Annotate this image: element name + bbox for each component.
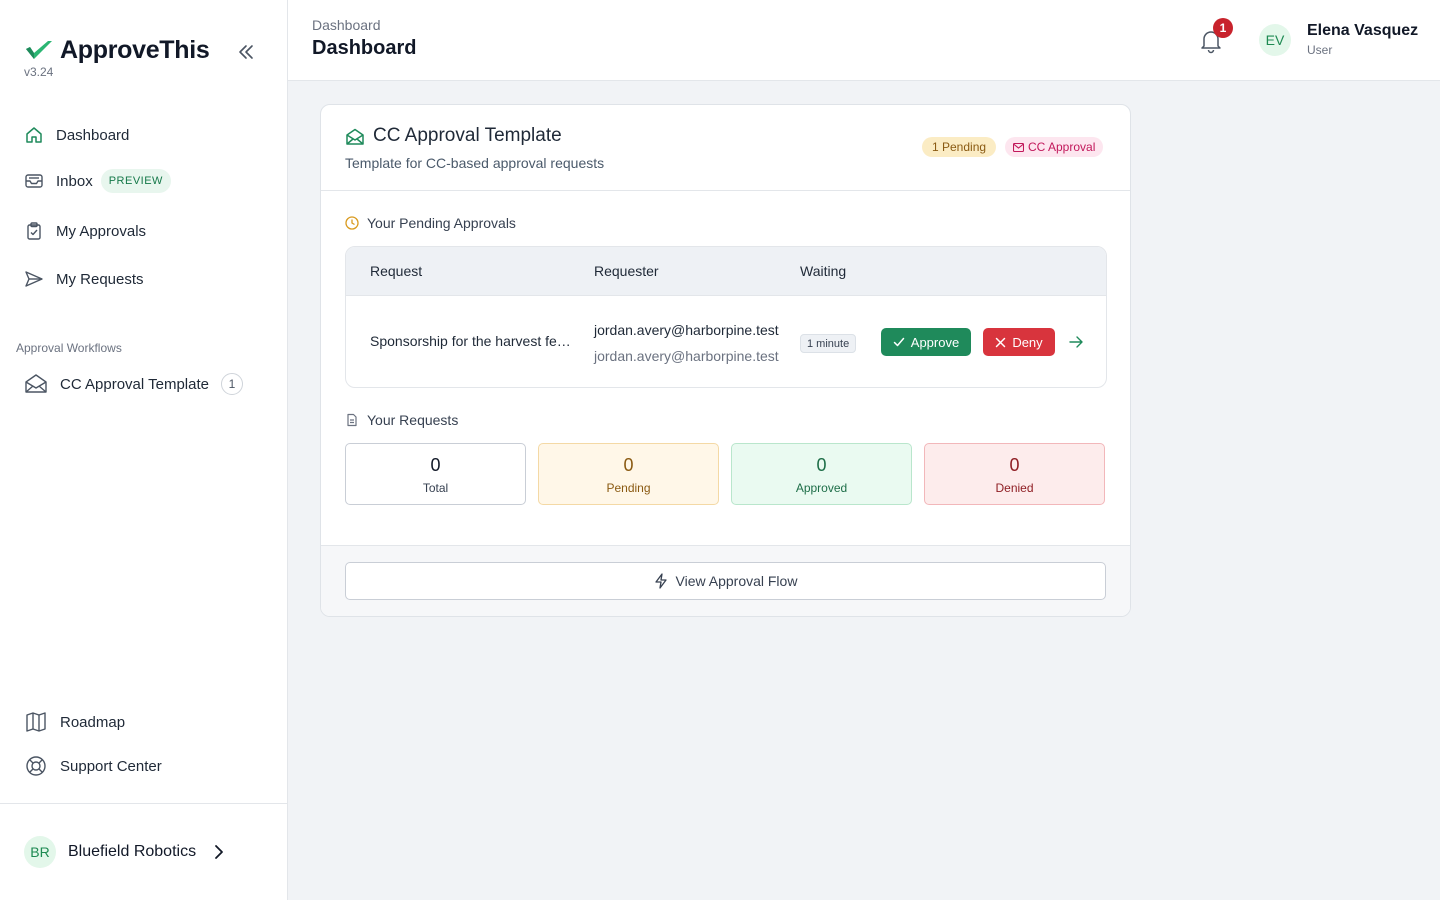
workflow-card-footer: View Approval Flow: [321, 545, 1130, 616]
clipboard-check-icon: [24, 221, 44, 241]
workflow-type-label: CC Approval: [1028, 140, 1096, 154]
stat-pending[interactable]: 0 Pending: [538, 443, 719, 505]
view-approval-flow-label: View Approval Flow: [675, 573, 798, 589]
user-avatar[interactable]: EV: [1259, 24, 1291, 56]
your-requests-heading: Your Requests: [345, 412, 458, 428]
organization-switcher[interactable]: BR Bluefield Robotics: [24, 836, 226, 868]
table-header: Request Requester Waiting: [346, 247, 1106, 296]
x-icon: [996, 337, 1006, 347]
workflow-subtitle: Template for CC-based approval requests: [345, 155, 605, 171]
deny-label: Deny: [1012, 334, 1043, 350]
sidebar-item-inbox[interactable]: Inbox PREVIEW: [24, 167, 171, 195]
app-version: v3.24: [24, 65, 54, 79]
home-icon: [24, 125, 44, 145]
sidebar-item-label: Inbox: [56, 172, 93, 190]
sidebar-item-label: Support Center: [60, 757, 162, 775]
workflow-card-header: CC Approval Template Template for CC-bas…: [321, 105, 1130, 191]
column-header-requester: Requester: [594, 263, 659, 279]
logo-check-icon: [26, 40, 52, 59]
sidebar-item-label: Dashboard: [56, 126, 130, 144]
check-icon: [893, 337, 905, 347]
request-title: Sponsorship for the harvest festival: [370, 333, 574, 349]
mail-open-icon: [24, 372, 48, 396]
notification-count-badge: 1: [1213, 18, 1233, 38]
arrow-right-icon[interactable]: [1067, 333, 1085, 351]
preview-badge: PREVIEW: [100, 169, 171, 193]
stat-value: 0: [1009, 455, 1020, 475]
org-avatar: BR: [24, 836, 56, 868]
requester-email: jordan.avery@harborpine.test: [594, 322, 779, 338]
sidebar-item-label: Roadmap: [60, 713, 126, 731]
requester-email-secondary: jordan.avery@harborpine.test: [594, 348, 779, 364]
mail-icon: [1013, 142, 1024, 152]
stat-value: 0: [816, 455, 827, 475]
approval-workflows-heading: Approval Workflows: [16, 341, 122, 355]
waiting-time-badge: 1 minute: [800, 334, 857, 353]
brand-name: ApproveThis: [60, 36, 210, 64]
stat-label: Pending: [606, 481, 651, 495]
chevrons-left-icon: [239, 45, 253, 59]
stat-label: Denied: [995, 481, 1034, 495]
stat-value: 0: [430, 455, 441, 475]
stat-label: Total: [422, 481, 449, 495]
chevron-right-icon: [210, 844, 226, 860]
deny-button[interactable]: Deny: [983, 328, 1055, 356]
stat-value: 0: [623, 455, 634, 475]
inbox-icon: [24, 171, 44, 191]
sidebar-item-cc-approval-template[interactable]: CC Approval Template 1: [24, 370, 243, 398]
column-header-request: Request: [370, 263, 423, 279]
sidebar-item-dashboard[interactable]: Dashboard: [24, 121, 129, 149]
sidebar-item-label: CC Approval Template: [60, 375, 209, 393]
pending-approvals-table: Request Requester Waiting Sponsorship fo…: [345, 246, 1107, 388]
sidebar-item-my-approvals[interactable]: My Approvals: [24, 217, 146, 245]
stat-denied[interactable]: 0 Denied: [924, 443, 1105, 505]
view-approval-flow-button[interactable]: View Approval Flow: [345, 562, 1106, 600]
approve-button[interactable]: Approve: [881, 328, 971, 356]
collapse-sidebar-button[interactable]: [234, 40, 258, 64]
pending-approvals-heading: Your Pending Approvals: [345, 215, 516, 231]
sidebar: ApproveThis v3.24 Dashboard Inbox PREVIE…: [0, 0, 288, 900]
mail-open-icon: [346, 128, 364, 145]
clock-icon: [345, 216, 359, 230]
brand[interactable]: ApproveThis: [24, 36, 210, 65]
top-header: Dashboard Dashboard 1 EV Elena Vasquez U…: [288, 0, 1440, 81]
sidebar-item-support-center[interactable]: Support Center: [24, 752, 162, 780]
workflow-count-badge: 1: [220, 373, 243, 395]
sidebar-item-label: My Approvals: [56, 222, 147, 240]
stat-total[interactable]: 0 Total: [345, 443, 526, 505]
workflow-title: CC Approval Template: [373, 125, 562, 146]
workflow-card: CC Approval Template Template for CC-bas…: [320, 104, 1131, 617]
user-role: User: [1307, 43, 1333, 57]
org-name: Bluefield Robotics: [68, 843, 197, 860]
file-text-icon: [345, 413, 359, 427]
your-requests-label: Your Requests: [367, 412, 459, 428]
stat-label: Approved: [795, 481, 848, 495]
column-header-waiting: Waiting: [800, 263, 847, 279]
lifebuoy-icon: [24, 754, 48, 778]
lightning-icon: [654, 573, 667, 589]
page-title: Dashboard: [312, 37, 417, 59]
pending-count-badge: 1 Pending: [922, 137, 997, 157]
sidebar-item-my-requests[interactable]: My Requests: [24, 265, 144, 293]
sidebar-item-label: My Requests: [56, 270, 144, 288]
send-icon: [24, 269, 44, 289]
user-name: Elena Vasquez: [1307, 22, 1419, 39]
sidebar-item-roadmap[interactable]: Roadmap: [24, 708, 125, 736]
pending-approvals-label: Your Pending Approvals: [367, 215, 516, 231]
sidebar-divider: [0, 803, 287, 804]
approve-label: Approve: [910, 334, 960, 350]
table-row[interactable]: Sponsorship for the harvest festival jor…: [346, 296, 1106, 387]
workflow-type-badge: CC Approval: [1005, 137, 1104, 157]
stat-approved[interactable]: 0 Approved: [731, 443, 912, 505]
breadcrumb[interactable]: Dashboard: [312, 17, 381, 33]
map-icon: [24, 710, 48, 734]
